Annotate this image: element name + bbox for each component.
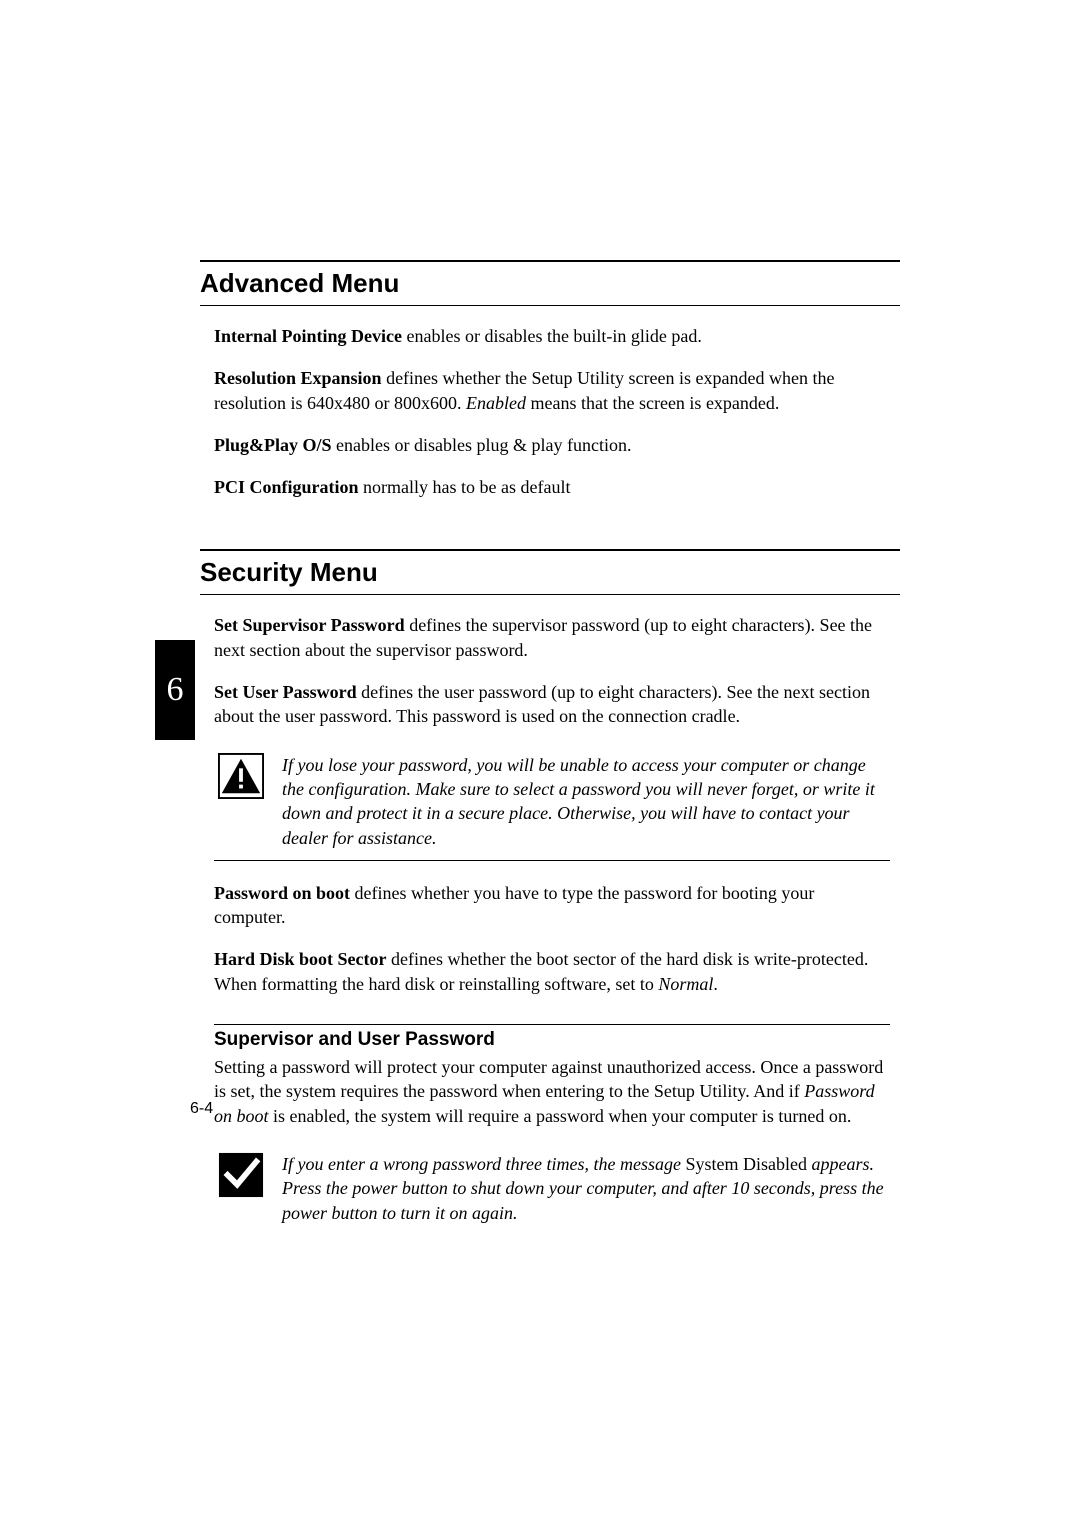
adv-para-4: PCI Configuration normally has to be as … bbox=[214, 475, 890, 499]
adv-p3-rest: enables or disables plug & play function… bbox=[332, 435, 632, 455]
sec-para-3: Password on boot defines whether you hav… bbox=[214, 881, 890, 930]
adv-para-1: Internal Pointing Device enables or disa… bbox=[214, 324, 890, 348]
note-text: If you enter a wrong password three time… bbox=[282, 1152, 886, 1225]
chapter-tab: 6 bbox=[155, 640, 195, 740]
adv-p2-italic: Enabled bbox=[466, 393, 526, 413]
note-i1: If you enter a wrong password three time… bbox=[282, 1154, 685, 1174]
subsection-header: Supervisor and User Password bbox=[214, 1024, 890, 1051]
warning-callout: If you lose your password, you will be u… bbox=[214, 747, 890, 861]
security-body: Set Supervisor Password defines the supe… bbox=[214, 613, 890, 1224]
advanced-heading: Advanced Menu bbox=[200, 260, 900, 299]
adv-p4-rest: normally has to be as default bbox=[359, 477, 571, 497]
advanced-section-header: Advanced Menu bbox=[200, 260, 900, 306]
adv-p2-r2: means that the screen is expanded. bbox=[526, 393, 779, 413]
chapter-number: 6 bbox=[167, 671, 184, 709]
sec-p4-italic: Normal bbox=[658, 974, 713, 994]
adv-p1-bold: Internal Pointing Device bbox=[214, 326, 402, 346]
security-section-header: Security Menu bbox=[200, 549, 900, 595]
security-heading: Security Menu bbox=[200, 549, 900, 588]
sec-p1-bold: Set Supervisor Password bbox=[214, 615, 405, 635]
sub-r1: Setting a password will protect your com… bbox=[214, 1057, 883, 1101]
note-callout: If you enter a wrong password three time… bbox=[214, 1146, 890, 1225]
warning-icon bbox=[218, 753, 264, 799]
checkmark-icon bbox=[218, 1152, 264, 1198]
subsection-heading: Supervisor and User Password bbox=[214, 1029, 890, 1051]
page-number: 6-4 bbox=[190, 1100, 213, 1118]
content-column: Advanced Menu Internal Pointing Device e… bbox=[200, 260, 900, 1225]
sec-p4-r2: . bbox=[713, 974, 718, 994]
spacer bbox=[200, 517, 900, 549]
sub-r2: is enabled, the system will require a pa… bbox=[269, 1106, 852, 1126]
adv-para-3: Plug&Play O/S enables or disables plug &… bbox=[214, 433, 890, 457]
adv-p4-bold: PCI Configuration bbox=[214, 477, 359, 497]
sec-para-2: Set User Password defines the user passw… bbox=[214, 680, 890, 729]
sec-p2-bold: Set User Password bbox=[214, 682, 357, 702]
adv-para-2: Resolution Expansion defines whether the… bbox=[214, 366, 890, 415]
warning-text: If you lose your password, you will be u… bbox=[282, 753, 886, 850]
note-upright: System Disabled bbox=[685, 1154, 807, 1174]
sec-p4-bold: Hard Disk boot Sector bbox=[214, 949, 387, 969]
adv-p2-bold: Resolution Expansion bbox=[214, 368, 382, 388]
sub-para: Setting a password will protect your com… bbox=[214, 1055, 890, 1128]
sec-para-1: Set Supervisor Password defines the supe… bbox=[214, 613, 890, 662]
adv-p3-bold: Plug&Play O/S bbox=[214, 435, 332, 455]
sec-p3-bold: Password on boot bbox=[214, 883, 350, 903]
adv-p1-rest: enables or disables the built-in glide p… bbox=[402, 326, 702, 346]
sec-para-4: Hard Disk boot Sector defines whether th… bbox=[214, 947, 890, 996]
page: 6 Advanced Menu Internal Pointing Device… bbox=[0, 0, 1080, 1528]
advanced-body: Internal Pointing Device enables or disa… bbox=[214, 324, 890, 499]
